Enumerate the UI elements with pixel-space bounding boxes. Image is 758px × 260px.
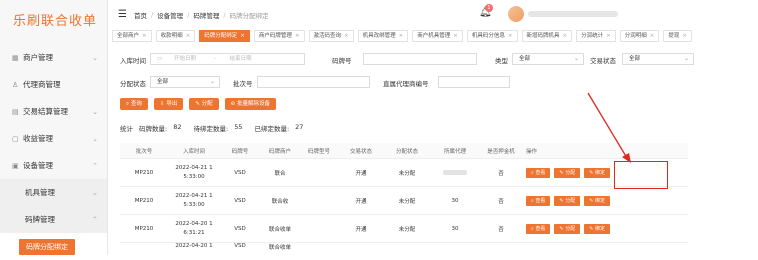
annotation-arrow	[587, 92, 631, 163]
